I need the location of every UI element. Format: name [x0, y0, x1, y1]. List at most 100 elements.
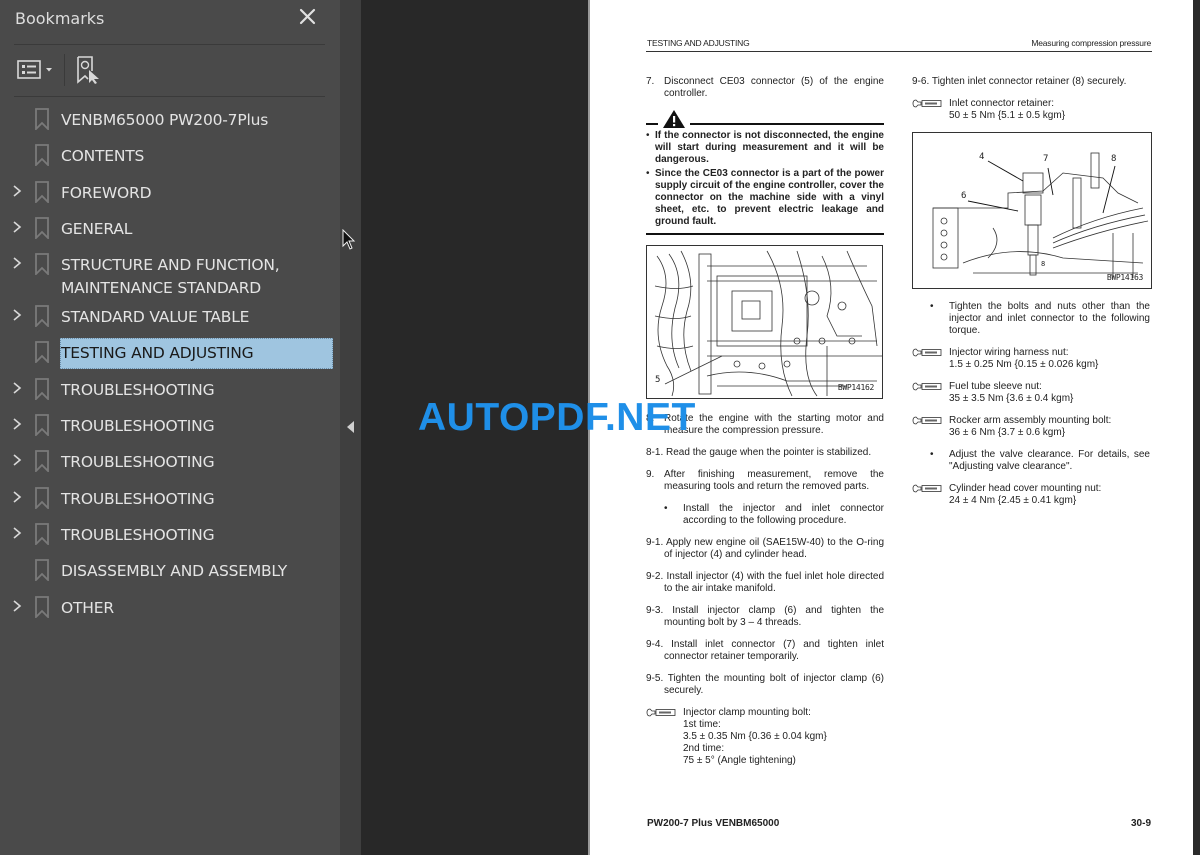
step-8-1: 8-1. Read the gauge when the pointer is …: [646, 447, 872, 458]
bookmark-label: TROUBLESHOOTING: [61, 525, 215, 544]
bookmark-icon: [35, 108, 49, 130]
chevron-right-icon[interactable]: [10, 417, 24, 431]
bookmark-label: TROUBLESHOOTING: [61, 489, 215, 508]
bookmark-item[interactable]: STANDARD VALUE TABLE: [0, 297, 340, 333]
bookmark-icon: [35, 595, 49, 618]
figure-injector: 4 7 8 6 8 BWP14163: [912, 132, 1152, 289]
step-9-2: 9-2. Install injector (4) with the fuel …: [646, 571, 884, 594]
close-icon[interactable]: [297, 6, 319, 28]
bookmark-label: FOREWORD: [61, 183, 152, 202]
engine-illustration: [654, 250, 882, 397]
bookmark-icon: [35, 450, 49, 473]
bookmark-icon: [35, 523, 49, 545]
bookmark-icon: [35, 341, 49, 364]
bookmark-item[interactable]: TESTING AND ADJUSTING: [0, 333, 340, 370]
list-options-button[interactable]: [16, 58, 56, 82]
page-footer-left: PW200-7 Plus VENBM65000: [647, 818, 780, 829]
warning-triangle-icon: [663, 110, 685, 128]
torque-wrench-icon: [912, 484, 942, 493]
bookmark-label: TROUBLESHOOTING: [61, 453, 215, 472]
bookmark-item[interactable]: DISASSEMBLY AND ASSEMBLY: [0, 551, 340, 587]
bookmark-item[interactable]: CONTENTS: [0, 136, 340, 172]
figure-callout: 4: [979, 152, 985, 162]
step-7: 7. Disconnect CE03 connector (5) of the …: [646, 76, 884, 100]
figure-code: BWP14162: [837, 383, 874, 392]
chevron-right-icon[interactable]: [10, 308, 24, 322]
bookmarks-toolbar: [14, 52, 334, 88]
bookmark-label: VENBM65000 PW200-7Plus: [61, 111, 269, 129]
toolbar-divider: [64, 54, 65, 86]
divider: [14, 96, 325, 97]
bookmark-item[interactable]: TROUBLESHOOTING: [0, 515, 340, 551]
step-9-1: 9-1. Apply new engine oil (SAE15W-40) to…: [646, 537, 884, 560]
torque-value: 3.5 ± 0.35 Nm {0.36 ± 0.04 kgm}: [683, 731, 827, 742]
chevron-right-icon[interactable]: [10, 490, 24, 504]
bookmark-item[interactable]: GENERAL: [0, 209, 340, 245]
step-9-6: 9-6. Tighten inlet connector retainer (8…: [912, 76, 1127, 87]
chevron-right-icon[interactable]: [10, 256, 24, 270]
torque-wrench-icon: [912, 99, 942, 108]
bullet-item: • Adjust the valve clearance. For details…: [930, 449, 1150, 472]
triangle-left-icon: [347, 421, 354, 433]
step-9: 9. After finishing measurement, remove t…: [646, 469, 884, 492]
warning-item: • If the connector is not disconnected, t…: [646, 130, 884, 165]
figure-code: BWP14163: [1106, 273, 1143, 282]
chevron-right-icon[interactable]: [10, 599, 24, 613]
torque-wrench-icon: [912, 416, 942, 425]
bookmark-icon: [35, 559, 49, 582]
chevron-right-icon[interactable]: [10, 220, 24, 234]
scrollbar-track[interactable]: [1193, 0, 1200, 855]
bookmark-label: STRUCTURE AND FUNCTION,: [61, 256, 280, 275]
torque-wrench-icon: [646, 708, 676, 717]
bookmark-item[interactable]: TROUBLESHOOTING: [0, 406, 340, 442]
bookmark-item[interactable]: STRUCTURE AND FUNCTION, MAINTENANCE STAND…: [0, 245, 340, 297]
figure-callout: 5: [655, 375, 661, 385]
bookmark-item[interactable]: TROUBLESHOOTING: [0, 479, 340, 515]
bookmark-icon: [35, 414, 49, 437]
step-text: Disconnect CE03 connector (5) of the eng…: [664, 76, 884, 99]
find-current-bookmark-icon: [77, 56, 99, 84]
bookmark-label: DISASSEMBLY AND ASSEMBLY: [61, 562, 288, 581]
figure-callout: 6: [961, 191, 967, 201]
bookmark-item[interactable]: TROUBLESHOOTING: [0, 442, 340, 478]
bookmarks-panel: Bookmarks VENBM65000 PW200-7Plus CONTENTS: [0, 0, 340, 855]
list-options-icon: [17, 60, 52, 79]
find-current-bookmark-button[interactable]: [76, 55, 102, 85]
torque-spec: Inlet connector retainer: 50 ± 5 Nm {5.1…: [912, 98, 1150, 122]
bookmark-label: CONTENTS: [61, 147, 145, 166]
bullet-item: • Install the injector and inlet connecto…: [664, 503, 884, 526]
bookmark-icon: [35, 305, 49, 328]
bookmark-icon: [35, 486, 49, 509]
bookmark-item[interactable]: OTHER: [0, 588, 340, 624]
bookmark-label: TROUBLESHOOTING: [61, 380, 215, 399]
bullet-item: • Tighten the bolts and nuts other than t…: [930, 301, 1150, 336]
step-9-4: 9-4. Install inlet connector (7) and tig…: [646, 639, 884, 662]
divider: [14, 44, 325, 45]
warning-item: • Since the CE03 connector is a part of t…: [646, 168, 884, 227]
torque-spec: Rocker arm assembly mounting bolt: 36 ± …: [912, 415, 1150, 439]
running-header-right: Measuring compression pressure: [1031, 38, 1151, 48]
torque-spec: Injector clamp mounting bolt: 1st time: …: [646, 707, 884, 767]
torque-wrench-icon: [912, 348, 942, 357]
chevron-right-icon[interactable]: [10, 453, 24, 467]
collapse-panel-button[interactable]: [346, 420, 356, 434]
bookmark-label: TESTING AND ADJUSTING: [60, 338, 333, 370]
watermark: AUTOPDF.NET: [418, 396, 696, 439]
torque-wrench-icon: [912, 382, 942, 391]
chevron-right-icon[interactable]: [10, 381, 24, 395]
mouse-cursor-icon: [342, 228, 358, 253]
bookmark-item[interactable]: VENBM65000 PW200-7Plus: [0, 100, 340, 136]
bookmark-icon: [35, 216, 49, 239]
bookmark-list: VENBM65000 PW200-7Plus CONTENTS FOREWORD GE…: [0, 100, 340, 624]
bookmark-item[interactable]: FOREWORD: [0, 173, 340, 209]
chevron-right-icon[interactable]: [10, 526, 24, 540]
step-number: 7.: [646, 76, 655, 87]
bookmark-label: STANDARD VALUE TABLE: [61, 308, 250, 327]
torque-spec: Cylinder head cover mounting nut: 24 ± 4…: [912, 483, 1150, 507]
chevron-right-icon[interactable]: [10, 184, 24, 198]
bookmark-label: OTHER: [61, 598, 114, 617]
running-header-left: TESTING AND ADJUSTING: [647, 38, 750, 48]
torque-spec: Fuel tube sleeve nut: 35 ± 3.5 Nm {3.6 ±…: [912, 381, 1150, 405]
bookmark-item[interactable]: TROUBLESHOOTING: [0, 370, 340, 406]
torque-value: 75 ± 5° (Angle tightening): [683, 755, 796, 766]
